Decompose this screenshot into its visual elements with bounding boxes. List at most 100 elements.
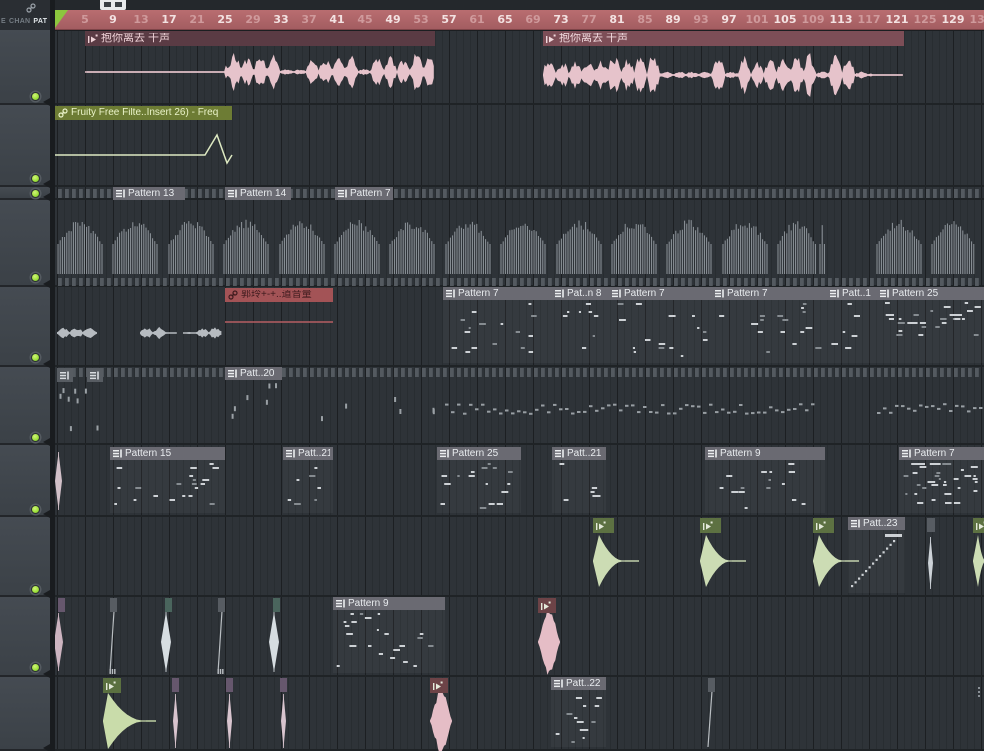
audio-clip-mini-header[interactable] — [593, 518, 614, 533]
mini-clip-header[interactable] — [172, 678, 179, 692]
grip-dots[interactable] — [978, 687, 980, 689]
audio-clip[interactable]: 抱你离去 干声 — [85, 30, 435, 103]
pattern-clip-header[interactable]: Patt..22 — [551, 677, 606, 690]
pattern-clip-header[interactable]: Pat..n 8 — [552, 287, 609, 300]
pattern-clip-content[interactable] — [705, 460, 825, 513]
picker-tab-chan[interactable]: CHAN — [9, 15, 30, 29]
pattern-clip-header[interactable]: Patt..21 — [283, 447, 333, 460]
track-enable-led[interactable] — [31, 189, 40, 198]
track-header-pattern15-row-track[interactable] — [0, 445, 50, 517]
pattern-clip-content[interactable] — [609, 300, 712, 363]
automation-clip[interactable]: 郭玲+-+..道音量 — [225, 287, 333, 365]
pattern-clip-header[interactable]: Pattern 9 — [705, 447, 825, 460]
pattern-clip-content[interactable] — [110, 460, 225, 513]
grid-window-icon[interactable] — [100, 0, 126, 10]
mini-clip-header[interactable] — [226, 678, 233, 692]
mini-clip-header[interactable] — [165, 598, 172, 612]
track-enable-led[interactable] — [31, 433, 40, 442]
picker-tab-e[interactable]: E — [1, 15, 6, 29]
audio-clip[interactable]: 抱你离去 干声 — [543, 30, 904, 103]
track-enable-led[interactable] — [31, 92, 40, 101]
pattern-clip-content[interactable] — [899, 460, 984, 513]
track-header-automation-track[interactable] — [0, 105, 50, 187]
pattern-clip-content[interactable] — [848, 530, 905, 593]
pattern-clip-icon — [555, 449, 564, 458]
timeline-bar-number: 105 — [772, 13, 798, 26]
timeline-bar-number: 81 — [604, 13, 630, 26]
pattern-clip-content[interactable] — [552, 300, 609, 363]
mini-clip-header[interactable] — [273, 598, 280, 612]
pattern-clip-header[interactable]: Pattern 7 — [335, 187, 393, 200]
track-header-vocal-chop-row-track[interactable] — [0, 597, 50, 677]
track-header-patt20-row-track[interactable] — [0, 367, 50, 445]
track-enable-led[interactable] — [31, 585, 40, 594]
pattern-clip-header[interactable]: Pattern 13 — [113, 187, 185, 200]
mini-clip-header[interactable] — [110, 598, 117, 612]
pattern-clip-icon — [554, 679, 563, 688]
timeline-ruler[interactable]: 5913172125293337414549535761656973778185… — [55, 10, 984, 30]
picker-tabs: ECHANPAT — [0, 15, 50, 29]
pattern-clip-content[interactable] — [551, 690, 606, 747]
pattern-clip-header[interactable]: Pattern 7 — [899, 447, 984, 460]
track-header-bottom-row-track[interactable] — [0, 677, 50, 751]
timeline-bar-number: 117 — [856, 13, 882, 26]
strum-note-clips[interactable] — [55, 200, 984, 287]
pattern-clip-header[interactable]: Patt..1 — [827, 287, 877, 300]
thin-waveform[interactable] — [55, 445, 62, 515]
picker-tab-pat[interactable]: PAT — [33, 15, 47, 29]
pattern-clip-content[interactable] — [283, 460, 333, 513]
pattern-clip-header[interactable]: Pattern 7 — [609, 287, 712, 300]
audio-waveform — [85, 30, 435, 103]
mini-clip-header[interactable] — [708, 678, 715, 692]
pattern-clip-header[interactable]: Patt..20 — [225, 367, 282, 380]
track-enable-led[interactable] — [31, 505, 40, 514]
track-enable-led[interactable] — [31, 663, 40, 672]
pattern-clip-icon — [555, 289, 564, 298]
mini-clip-header[interactable] — [87, 368, 103, 382]
pattern-clip-header[interactable]: Pattern 9 — [333, 597, 445, 610]
timeline-bar-number: 69 — [520, 13, 546, 26]
pattern-clip-content[interactable] — [333, 610, 445, 673]
pattern-clip-icon — [113, 449, 122, 458]
track-header-strum-track[interactable] — [0, 200, 50, 287]
pattern-clip-content[interactable] — [712, 300, 827, 363]
pattern-clip-content[interactable] — [827, 300, 877, 363]
audio-clip-mini-header[interactable] — [700, 518, 721, 533]
track-enable-led[interactable] — [31, 353, 40, 362]
audio-clip-mini-header[interactable] — [813, 518, 834, 533]
track-header-notch — [43, 744, 50, 751]
track-header-audio-track-1[interactable] — [0, 30, 50, 105]
pattern-clip-header[interactable]: Pattern 14 — [225, 187, 291, 200]
pattern-clip-content[interactable] — [437, 460, 521, 513]
pattern-clip-header[interactable]: Pattern 7 — [712, 287, 827, 300]
audio-clip-mini-header[interactable] — [103, 678, 121, 693]
automation-clip[interactable]: Fruity Free Filte..Insert 26) - Freq — [55, 105, 232, 185]
pattern-clip-header[interactable]: Pattern 7 — [443, 287, 552, 300]
mini-clip-header[interactable] — [57, 368, 73, 382]
pattern-clip-header[interactable]: Pattern 25 — [437, 447, 521, 460]
audio-clip-mini-header[interactable] — [430, 678, 448, 693]
track-separator — [55, 185, 984, 187]
track-header-pattern7-row-track[interactable] — [0, 287, 50, 367]
audio-clip-mini-header[interactable] — [538, 598, 556, 613]
mini-clip-header[interactable] — [927, 518, 935, 532]
track-enable-led[interactable] — [31, 273, 40, 282]
mini-clip-header[interactable] — [58, 598, 65, 612]
pattern-clip-content[interactable] — [552, 460, 606, 513]
pattern-clip-header[interactable]: Patt..23 — [848, 517, 905, 530]
pattern-clip-header[interactable]: Pattern 15 — [110, 447, 225, 460]
pattern-clip-content[interactable] — [443, 300, 552, 363]
track-header-riser-row-track[interactable] — [0, 517, 50, 597]
mini-clip-header[interactable] — [218, 598, 225, 612]
track-enable-led[interactable] — [31, 174, 40, 183]
pattern-clip-header[interactable]: Pattern 25 — [877, 287, 984, 300]
track-header-notch — [43, 360, 50, 368]
mini-clip-header[interactable] — [280, 678, 287, 692]
timeline-bar-number: 101 — [744, 13, 770, 26]
playlist-start-marker[interactable] — [55, 10, 68, 28]
pattern-clip-header[interactable]: Patt..21 — [552, 447, 606, 460]
audio-clip-mini-header[interactable] — [973, 518, 984, 533]
pattern-clip-content[interactable] — [877, 300, 984, 363]
pattern-clip-icon — [286, 449, 295, 458]
timeline-bar-number: 33 — [268, 13, 294, 26]
